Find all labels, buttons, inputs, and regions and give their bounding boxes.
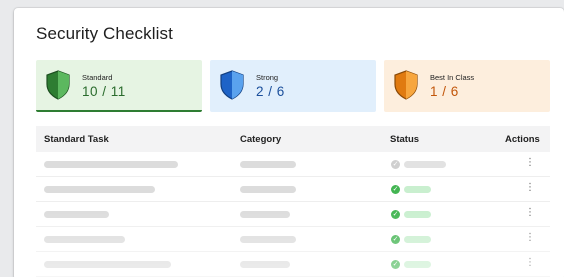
category-placeholder bbox=[240, 261, 290, 268]
task-placeholder bbox=[44, 261, 171, 268]
green-shield-icon bbox=[46, 70, 70, 100]
tier-summary: Standard 10 / 11 Strong 2 / 6 Best In Cl… bbox=[36, 60, 550, 112]
status-placeholder bbox=[404, 236, 431, 243]
status-placeholder bbox=[404, 161, 446, 168]
column-header-status[interactable]: Status bbox=[390, 134, 419, 145]
tier-name: Standard bbox=[82, 73, 113, 82]
security-checklist-card: Security Checklist Standard 10 / 11 Stro… bbox=[14, 8, 564, 277]
tier-strong-card[interactable]: Strong 2 / 6 bbox=[210, 60, 376, 112]
category-placeholder bbox=[240, 211, 290, 218]
kebab-menu-icon[interactable]: ⋮ bbox=[525, 182, 535, 193]
complete-check-icon: ✓ bbox=[391, 185, 400, 194]
task-placeholder bbox=[44, 186, 155, 193]
complete-check-icon: ✓ bbox=[391, 235, 400, 244]
tier-name: Strong bbox=[256, 73, 279, 82]
tier-best-in-class-card[interactable]: Best In Class 1 / 6 bbox=[384, 60, 550, 112]
column-header-category[interactable]: Category bbox=[240, 134, 281, 145]
column-header-actions: Actions bbox=[505, 133, 540, 145]
table-row[interactable]: ✓ ⋮ bbox=[36, 202, 550, 227]
tier-count: 2 / 6 bbox=[256, 84, 285, 99]
task-table: Standard Task Category Status Actions ✓ … bbox=[36, 126, 550, 277]
complete-check-icon: ✓ bbox=[391, 210, 400, 219]
table-row[interactable]: ✓ ⋮ bbox=[36, 152, 550, 177]
orange-shield-icon bbox=[394, 70, 418, 100]
tier-count: 1 / 6 bbox=[430, 84, 459, 99]
status-placeholder bbox=[404, 211, 431, 218]
kebab-menu-icon[interactable]: ⋮ bbox=[525, 207, 535, 218]
status-placeholder bbox=[404, 186, 431, 193]
pending-check-icon: ✓ bbox=[391, 160, 400, 169]
blue-shield-icon bbox=[220, 70, 244, 100]
table-row[interactable]: ✓ ⋮ bbox=[36, 227, 550, 252]
page-title: Security Checklist bbox=[36, 24, 173, 43]
complete-check-icon: ✓ bbox=[391, 260, 400, 269]
task-placeholder bbox=[44, 161, 178, 168]
kebab-menu-icon[interactable]: ⋮ bbox=[525, 257, 535, 268]
status-placeholder bbox=[404, 261, 431, 268]
category-placeholder bbox=[240, 161, 296, 168]
task-placeholder bbox=[44, 211, 109, 218]
kebab-menu-icon[interactable]: ⋮ bbox=[525, 157, 535, 168]
category-placeholder bbox=[240, 236, 296, 243]
table-header: Standard Task Category Status Actions bbox=[36, 126, 550, 152]
kebab-menu-icon[interactable]: ⋮ bbox=[525, 232, 535, 243]
table-row[interactable]: ✓ ⋮ bbox=[36, 177, 550, 202]
task-placeholder bbox=[44, 236, 125, 243]
column-header-task[interactable]: Standard Task bbox=[44, 134, 109, 145]
tier-standard-card[interactable]: Standard 10 / 11 bbox=[36, 60, 202, 112]
tier-name: Best In Class bbox=[430, 73, 475, 82]
category-placeholder bbox=[240, 186, 296, 193]
table-row[interactable]: ✓ ⋮ bbox=[36, 252, 550, 277]
tier-count: 10 / 11 bbox=[82, 84, 126, 99]
